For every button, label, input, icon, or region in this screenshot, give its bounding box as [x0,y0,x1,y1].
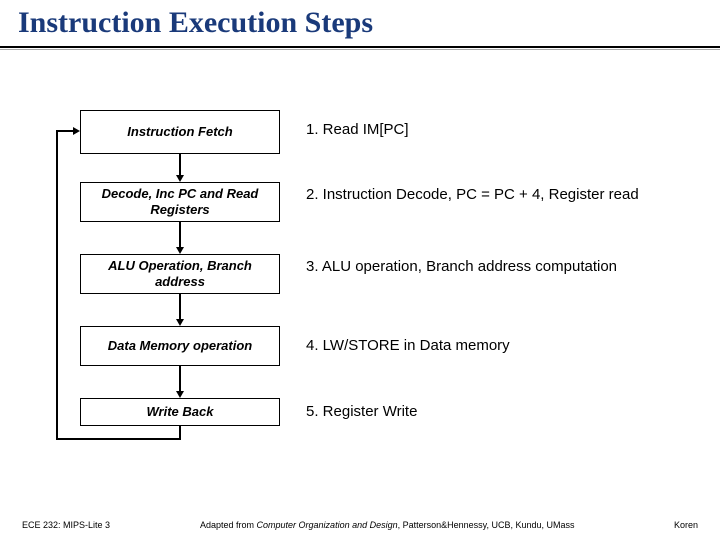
arrow-down-icon [176,319,184,326]
step-box-fetch: Instruction Fetch [80,110,280,154]
step-box-label: Write Back [147,404,214,420]
footer-mid-italic: Computer Organization and Design [257,520,398,530]
step-box-label: ALU Operation, Branch address [87,258,273,291]
step-box-alu: ALU Operation, Branch address [80,254,280,294]
arrow-down-icon [176,391,184,398]
step-box-decode: Decode, Inc PC and Read Registers [80,182,280,222]
arrow-down-icon [176,175,184,182]
arrow-line [179,154,181,175]
loopback-line [56,438,181,440]
loopback-line [56,130,58,440]
step-desc: 3. ALU operation, Branch address computa… [306,257,706,277]
arrow-line [179,366,181,391]
footer-mid-suffix: , Patterson&Hennessy, UCB, Kundu, UMass [398,520,575,530]
arrow-right-icon [73,127,80,135]
step-box-label: Instruction Fetch [127,124,232,140]
step-box-writeback: Write Back [80,398,280,426]
loopback-line [56,130,73,132]
arrow-down-icon [176,247,184,254]
step-desc: 1. Read IM[PC] [306,120,706,140]
footer-mid: Adapted from Computer Organization and D… [200,520,575,530]
arrow-line [179,294,181,319]
divider-light [0,49,720,50]
step-desc: 2. Instruction Decode, PC = PC + 4, Regi… [306,185,706,205]
footer-right: Koren [674,520,698,530]
step-box-mem: Data Memory operation [80,326,280,366]
step-box-label: Data Memory operation [108,338,252,354]
step-desc: 4. LW/STORE in Data memory [306,336,706,356]
footer-mid-prefix: Adapted from [200,520,257,530]
footer-left: ECE 232: MIPS-Lite 3 [22,520,110,530]
step-box-label: Decode, Inc PC and Read Registers [87,186,273,219]
arrow-line [179,222,181,247]
divider-dark [0,46,720,48]
slide-title: Instruction Execution Steps [0,0,720,40]
diagram: Instruction Fetch 1. Read IM[PC] Decode,… [0,110,720,480]
step-desc: 5. Register Write [306,402,706,422]
